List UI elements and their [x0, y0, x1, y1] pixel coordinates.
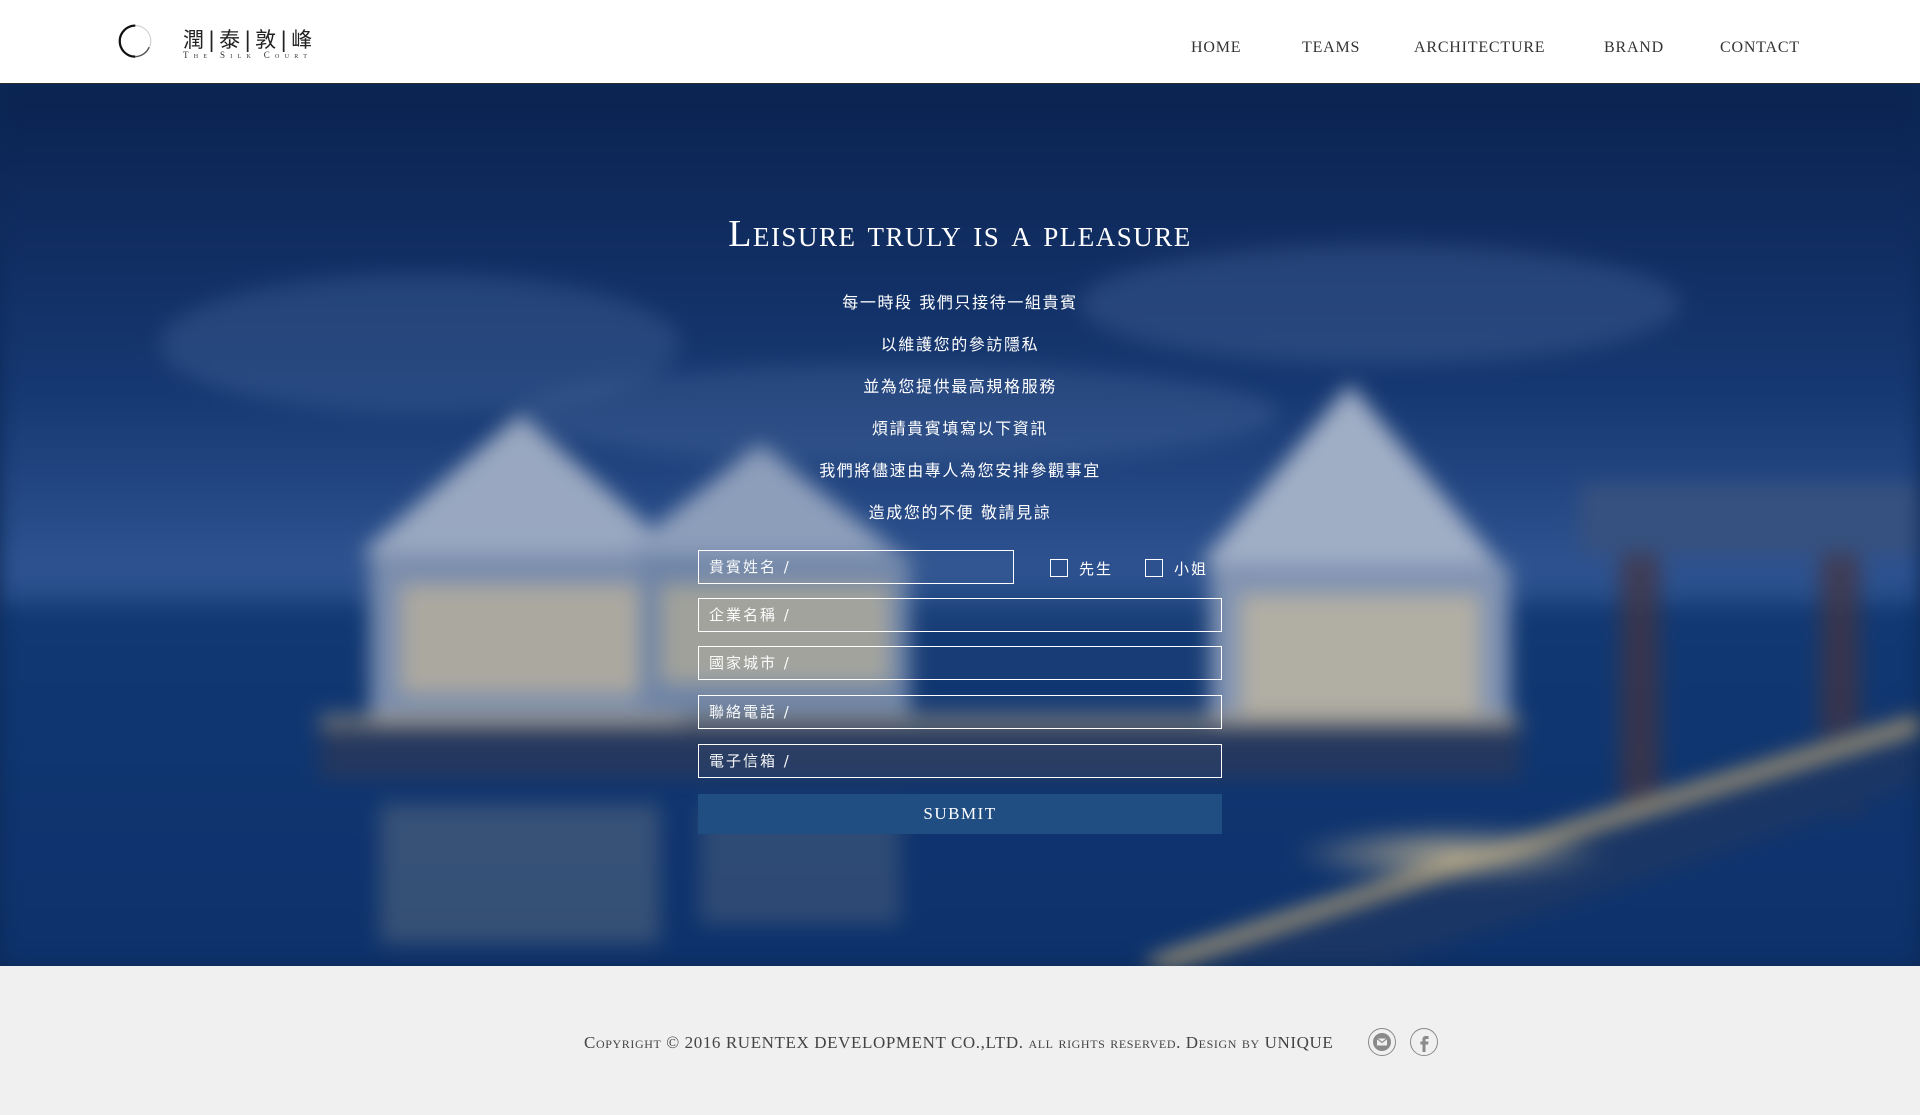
- phone-field: [698, 695, 1222, 729]
- intro-line: 造成您的不便 敬請見諒: [868, 503, 1052, 522]
- site-footer: Copyright © 2016 RUENTEX DEVELOPMENT CO.…: [0, 966, 1920, 1115]
- mail-icon[interactable]: [1368, 1028, 1396, 1056]
- guest-name-field: [698, 550, 1014, 584]
- nav-home[interactable]: HOME: [1191, 39, 1241, 57]
- brand-name-en: The Silk Court: [183, 50, 313, 60]
- checkbox-ms[interactable]: [1145, 559, 1163, 577]
- intro-line: 並為您提供最高規格服務: [863, 377, 1057, 396]
- facebook-icon[interactable]: [1410, 1028, 1438, 1056]
- intro-line: 以維護您的參訪隱私: [880, 335, 1040, 354]
- logo-ring-icon: [118, 24, 152, 58]
- guest-name-input[interactable]: [699, 551, 1013, 583]
- nav-brand[interactable]: BRAND: [1604, 39, 1664, 57]
- city-field: [698, 646, 1222, 680]
- copyright-text: Copyright © 2016 RUENTEX DEVELOPMENT CO.…: [584, 1033, 1334, 1052]
- checkbox-mr[interactable]: [1050, 559, 1068, 577]
- hero-section: Leisure truly is a pleasure 每一時段 我們只接待一組…: [0, 84, 1920, 966]
- brand-logo[interactable]: 潤|泰|敦|峰 The Silk Court: [118, 22, 338, 62]
- nav-teams[interactable]: TEAMS: [1302, 39, 1360, 57]
- intro-text: 每一時段 我們只接待一組貴賓 以維護您的參訪隱私 並為您提供最高規格服務 煩請貴…: [0, 282, 1920, 534]
- intro-line: 煩請貴賓填寫以下資訊: [871, 419, 1048, 438]
- contact-panel: Leisure truly is a pleasure 每一時段 我們只接待一組…: [0, 84, 1920, 966]
- checkbox-mr-label: 先生: [1079, 560, 1114, 578]
- city-input[interactable]: [699, 647, 1221, 679]
- company-input[interactable]: [699, 599, 1221, 631]
- checkbox-ms-label: 小姐: [1174, 560, 1209, 578]
- intro-line: 我們將儘速由專人為您安排參觀事宜: [819, 461, 1101, 480]
- nav-contact[interactable]: CONTACT: [1720, 39, 1800, 57]
- email-field: [698, 744, 1222, 778]
- site-header: 潤|泰|敦|峰 The Silk Court HOME TEAMS ARCHIT…: [0, 0, 1920, 84]
- mail-glyph-icon: [1373, 1033, 1391, 1051]
- email-input[interactable]: [699, 745, 1221, 777]
- company-field: [698, 598, 1222, 632]
- facebook-glyph-icon: [1420, 1036, 1429, 1052]
- hero-title: Leisure truly is a pleasure: [728, 213, 1192, 255]
- nav-architecture[interactable]: ARCHITECTURE: [1414, 39, 1545, 57]
- submit-button[interactable]: SUBMIT: [698, 794, 1222, 834]
- phone-input[interactable]: [699, 696, 1221, 728]
- intro-line: 每一時段 我們只接待一組貴賓: [842, 293, 1078, 312]
